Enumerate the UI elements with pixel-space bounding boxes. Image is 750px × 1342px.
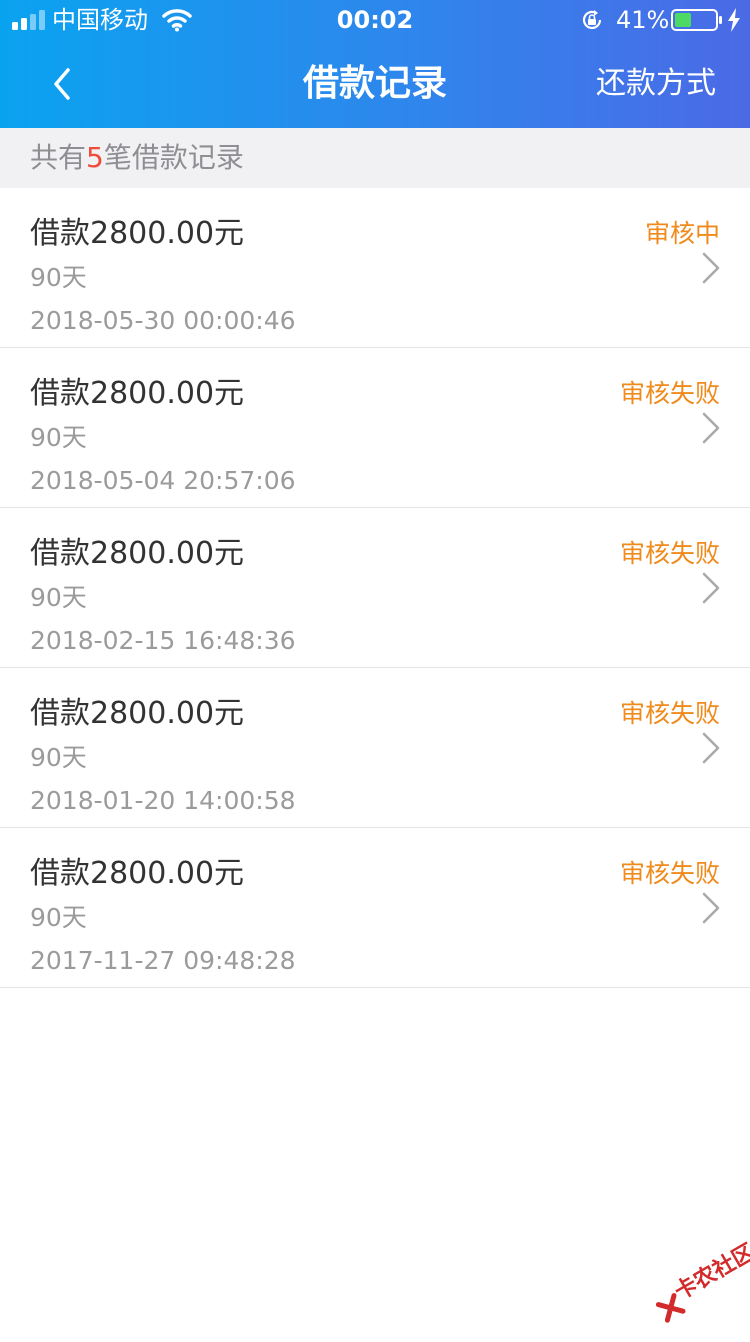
loan-term: 90天 — [30, 903, 87, 932]
back-button[interactable] — [40, 62, 84, 106]
rotation-lock-icon — [582, 10, 602, 29]
watermark: 卡农社区 — [627, 1218, 750, 1342]
repayment-method-button[interactable]: 还款方式 — [596, 60, 716, 108]
review-status: 审核失败 — [619, 699, 720, 728]
loan-amount: 借款2800.00元 — [30, 376, 245, 411]
status-bar: 中国移动 00:02 41% — [0, 0, 750, 40]
review-status: 审核中 — [644, 219, 720, 248]
battery-icon — [671, 9, 722, 31]
loan-amount: 借款2800.00元 — [30, 536, 245, 571]
loan-record-list: 借款2800.00元 90天 2018-05-30 00:00:46 审核中 借… — [0, 188, 750, 988]
watermark-text: 卡农社区 — [670, 1239, 750, 1306]
chevron-right-icon — [702, 412, 720, 444]
loan-term: 90天 — [30, 583, 87, 612]
loan-term: 90天 — [30, 423, 87, 452]
loan-term: 90天 — [30, 263, 87, 292]
charging-bolt-icon — [728, 8, 740, 32]
loan-term: 90天 — [30, 743, 87, 772]
loan-record-row[interactable]: 借款2800.00元 90天 2017-11-27 09:48:28 审核失败 — [0, 828, 750, 988]
loan-record-row[interactable]: 借款2800.00元 90天 2018-05-04 20:57:06 审核失败 — [0, 348, 750, 508]
review-status: 审核失败 — [619, 379, 720, 408]
back-chevron-icon — [54, 68, 70, 100]
record-summary-bar: 共有5笔借款记录 — [0, 128, 750, 188]
summary-suffix: 笔借款记录 — [103, 141, 244, 174]
loan-record-row[interactable]: 借款2800.00元 90天 2018-01-20 14:00:58 审核失败 — [0, 668, 750, 828]
loan-date: 2018-01-20 14:00:58 — [30, 786, 296, 815]
loan-date: 2018-05-30 00:00:46 — [30, 306, 296, 335]
loan-date: 2018-05-04 20:57:06 — [30, 466, 296, 495]
loan-amount: 借款2800.00元 — [30, 216, 245, 251]
chevron-right-icon — [702, 732, 720, 764]
loan-amount: 借款2800.00元 — [30, 696, 245, 731]
chevron-right-icon — [702, 892, 720, 924]
loan-record-row[interactable]: 借款2800.00元 90天 2018-05-30 00:00:46 审核中 — [0, 188, 750, 348]
header: 中国移动 00:02 41% 借款记录 还款方式 — [0, 0, 750, 128]
record-count: 5 — [86, 141, 104, 174]
review-status: 审核失败 — [619, 539, 720, 568]
record-summary: 共有5笔借款记录 — [30, 138, 244, 178]
loan-date: 2018-02-15 16:48:36 — [30, 626, 296, 655]
loan-record-row[interactable]: 借款2800.00元 90天 2018-02-15 16:48:36 审核失败 — [0, 508, 750, 668]
battery-percent: 41% — [616, 6, 670, 34]
chevron-right-icon — [702, 572, 720, 604]
review-status: 审核失败 — [619, 859, 720, 888]
loan-date: 2017-11-27 09:48:28 — [30, 946, 296, 975]
chevron-right-icon — [702, 252, 720, 284]
loan-amount: 借款2800.00元 — [30, 856, 245, 891]
summary-prefix: 共有 — [30, 141, 87, 174]
